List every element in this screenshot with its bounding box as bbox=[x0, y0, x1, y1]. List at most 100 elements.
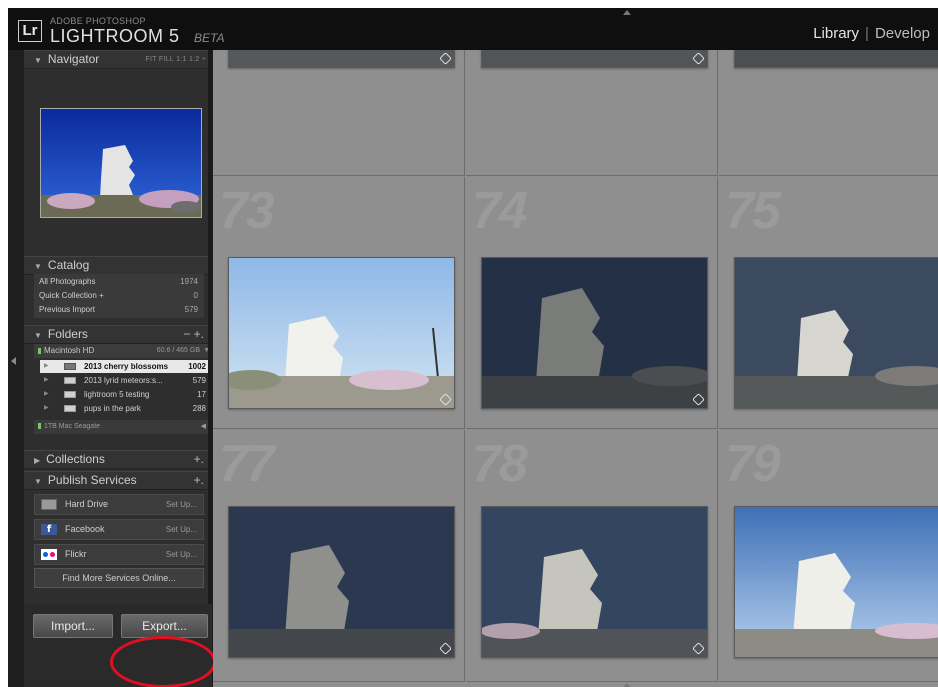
export-button[interactable]: Export... bbox=[121, 614, 208, 638]
catalog-item-label: All Photographs bbox=[39, 277, 96, 286]
publish-service-facebook[interactable]: f Facebook Set Up... bbox=[34, 519, 204, 540]
catalog-item-all-photographs[interactable]: All Photographs 1974 bbox=[34, 275, 204, 289]
photo-thumbnail[interactable] bbox=[228, 506, 455, 658]
left-panel: ▼ Navigator FIT FILL 1:1 1:2 ÷ ▼ Catalog… bbox=[24, 50, 212, 687]
folders-title: Folders bbox=[47, 327, 88, 341]
lightroom-window: Lr ADOBE PHOTOSHOP LIGHTROOM 5 BETA Libr… bbox=[8, 8, 938, 687]
navigator-preview[interactable] bbox=[40, 108, 202, 218]
publish-setup-link[interactable]: Set Up... bbox=[166, 495, 197, 514]
publish-service-hard-drive[interactable]: Hard Drive Set Up... bbox=[34, 494, 204, 515]
photo-thumbnail[interactable] bbox=[481, 257, 708, 409]
navigator-title: Navigator bbox=[47, 52, 100, 66]
catalog-item-quick-collection[interactable]: Quick Collection + 0 bbox=[34, 289, 204, 303]
publish-services-header[interactable]: ▼ Publish Services +. bbox=[24, 471, 212, 490]
folder-icon bbox=[64, 363, 76, 370]
photo-thumbnail[interactable] bbox=[481, 50, 708, 68]
module-develop[interactable]: Develop bbox=[875, 25, 930, 42]
photo-thumbnail[interactable] bbox=[481, 506, 708, 658]
grid-cell[interactable]: 74 bbox=[466, 177, 718, 429]
drive-status-icon bbox=[38, 423, 41, 430]
disclosure-triangle-icon[interactable]: ▶ bbox=[44, 374, 49, 387]
folder-icon bbox=[64, 377, 76, 384]
cell-index: 75 bbox=[725, 182, 781, 240]
grid-cell[interactable]: 77 bbox=[213, 430, 465, 682]
folder-name: 2013 cherry blossoms bbox=[84, 362, 169, 371]
photo-thumbnail[interactable] bbox=[228, 50, 455, 68]
folder-icon bbox=[64, 405, 76, 412]
grid-cell[interactable] bbox=[719, 50, 938, 176]
expand-triangle-icon: ▼ bbox=[34, 331, 42, 340]
catalog-item-count: 579 bbox=[184, 305, 198, 314]
flickr-icon bbox=[41, 549, 57, 560]
cell-index: 79 bbox=[725, 435, 781, 493]
top-bar: Lr ADOBE PHOTOSHOP LIGHTROOM 5 BETA Libr… bbox=[8, 8, 938, 50]
folder-item[interactable]: ▶ 2013 lyrid meteors:s... 579 bbox=[40, 374, 212, 387]
catalog-header[interactable]: ▼ Catalog bbox=[24, 256, 212, 275]
folders-add-remove[interactable]: − +. bbox=[183, 326, 204, 343]
module-library[interactable]: Library bbox=[813, 25, 859, 42]
publish-services-add[interactable]: +. bbox=[194, 472, 204, 489]
import-button[interactable]: Import... bbox=[33, 614, 113, 638]
folder-icon bbox=[64, 391, 76, 398]
lightroom-logo: Lr bbox=[18, 20, 42, 42]
grid-cell[interactable] bbox=[213, 50, 465, 176]
disclosure-triangle-icon[interactable]: ▶ bbox=[44, 360, 49, 373]
photo-thumbnail[interactable] bbox=[734, 506, 938, 658]
photo-thumbnail[interactable] bbox=[734, 50, 938, 68]
expand-triangle-icon: ▼ bbox=[34, 477, 42, 486]
volume-collapse-icon[interactable]: ◀ bbox=[201, 420, 206, 434]
collapse-left-panel-icon[interactable] bbox=[11, 357, 16, 365]
disclosure-triangle-icon[interactable]: ▶ bbox=[44, 388, 49, 401]
catalog-item-previous-import[interactable]: Previous Import 579 bbox=[34, 303, 204, 317]
collections-title: Collections bbox=[46, 452, 105, 466]
grid-cell[interactable]: 75 bbox=[719, 177, 938, 429]
grid-cell[interactable] bbox=[466, 50, 718, 176]
folder-item[interactable]: ▶ lightroom 5 testing 17 bbox=[40, 388, 212, 401]
expand-triangle-icon: ▼ bbox=[34, 56, 42, 65]
navigator-header[interactable]: ▼ Navigator FIT FILL 1:1 1:2 ÷ bbox=[24, 50, 212, 69]
catalog-item-count: 1974 bbox=[180, 277, 198, 286]
module-separator: | bbox=[865, 25, 869, 42]
publish-setup-link[interactable]: Set Up... bbox=[166, 520, 197, 539]
highlight-annotation-circle bbox=[110, 636, 216, 687]
cell-index: 78 bbox=[472, 435, 528, 493]
grid-cell[interactable]: 78 bbox=[466, 430, 718, 682]
cell-index: 73 bbox=[219, 182, 275, 240]
find-more-services-button[interactable]: Find More Services Online... bbox=[34, 568, 204, 588]
grid-view: 73 74 75 77 78 79 bbox=[213, 50, 938, 687]
left-panel-toggle-strip[interactable] bbox=[8, 50, 24, 687]
disclosure-triangle-icon[interactable]: ▶ bbox=[44, 402, 49, 415]
cell-index: 77 bbox=[219, 435, 275, 493]
folder-count: 579 bbox=[192, 376, 206, 385]
collections-header[interactable]: ▶ Collections +. bbox=[24, 450, 212, 469]
brand-beta: BETA bbox=[194, 31, 225, 45]
folder-item[interactable]: ▶ pups in the park 288 bbox=[40, 402, 212, 415]
folder-name: pups in the park bbox=[84, 404, 141, 413]
folders-header[interactable]: ▼ Folders − +. bbox=[24, 325, 212, 344]
catalog-title: Catalog bbox=[47, 258, 90, 272]
volume-size: 60.6 / 465 GB bbox=[156, 347, 200, 354]
collapse-bottom-panel-icon[interactable] bbox=[623, 683, 631, 687]
folder-count: 1002 bbox=[188, 362, 206, 371]
folder-item[interactable]: ▶ 2013 cherry blossoms 1002 bbox=[40, 360, 212, 373]
folder-name: lightroom 5 testing bbox=[84, 390, 150, 399]
publish-service-flickr[interactable]: Flickr Set Up... bbox=[34, 544, 204, 565]
collapse-top-panel-icon[interactable] bbox=[623, 10, 631, 15]
volume-macintosh-hd[interactable]: Macintosh HD 60.6 / 465 GB ▼ bbox=[34, 344, 212, 358]
volume-seagate[interactable]: 1TB Mac Seagate ◀ bbox=[34, 420, 212, 434]
publish-service-name: Facebook bbox=[65, 524, 105, 534]
grid-cell[interactable]: 79 bbox=[719, 430, 938, 682]
photo-thumbnail[interactable] bbox=[734, 257, 938, 409]
expand-triangle-icon: ▼ bbox=[34, 262, 42, 271]
hard-drive-icon bbox=[41, 499, 57, 510]
publish-setup-link[interactable]: Set Up... bbox=[166, 545, 197, 564]
cell-index: 74 bbox=[472, 182, 528, 240]
collections-add[interactable]: +. bbox=[194, 451, 204, 468]
catalog-item-count: 0 bbox=[193, 291, 198, 300]
grid-cell[interactable]: 73 bbox=[213, 177, 465, 429]
publish-service-name: Hard Drive bbox=[65, 499, 109, 509]
folder-name: 2013 lyrid meteors:s... bbox=[84, 376, 163, 385]
navigator-zoom-options[interactable]: FIT FILL 1:1 1:2 ÷ bbox=[145, 51, 206, 68]
facebook-icon: f bbox=[41, 524, 57, 535]
photo-thumbnail[interactable] bbox=[228, 257, 455, 409]
